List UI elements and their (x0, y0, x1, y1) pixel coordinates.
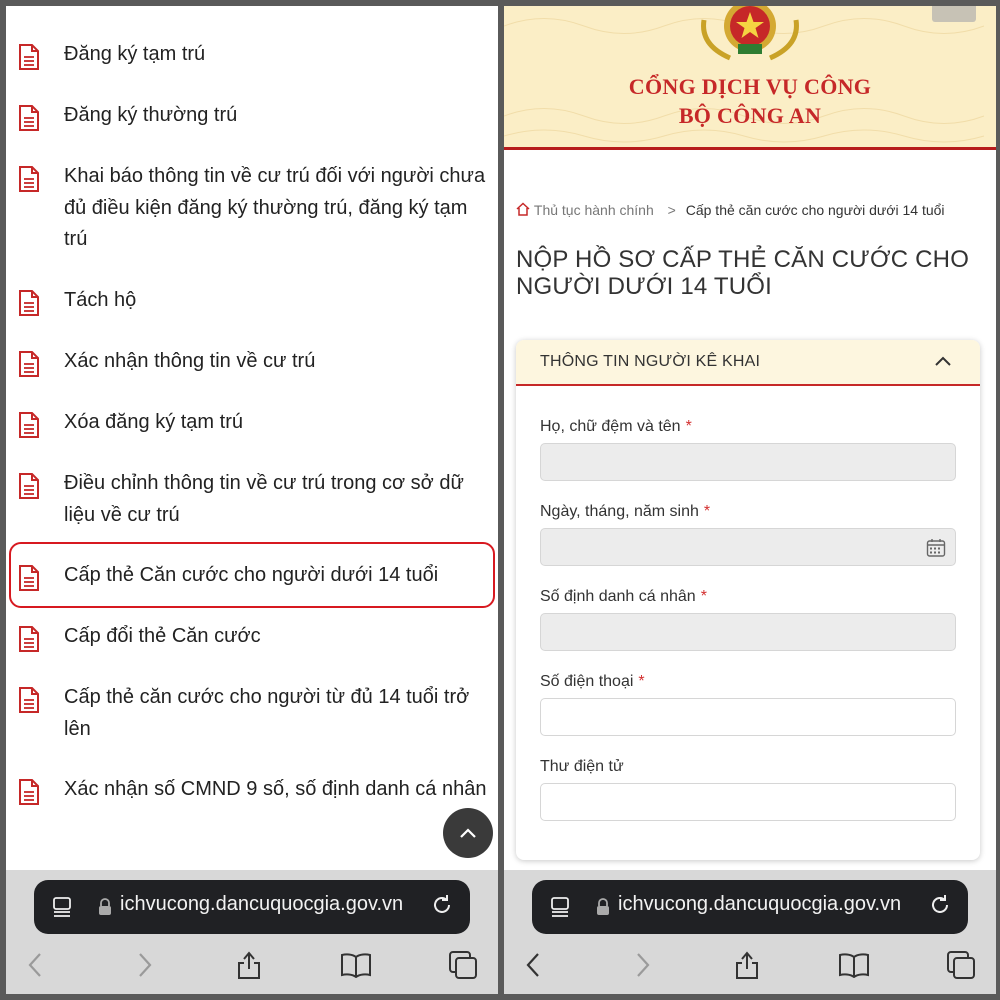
field-label: Số định danh cá nhân * (540, 588, 707, 606)
required-marker: * (638, 673, 645, 690)
tabs-icon (947, 951, 975, 979)
document-icon (19, 779, 39, 805)
document-icon (19, 290, 39, 316)
chevron-right-icon (637, 953, 650, 977)
chevron-left-icon (28, 953, 41, 977)
document-icon (19, 626, 39, 652)
reader-mode-icon[interactable] (550, 896, 572, 918)
share-icon (238, 951, 260, 979)
procedure-label: Cấp đổi thẻ Căn cước (64, 625, 261, 647)
email-input[interactable] (540, 783, 956, 821)
share-icon (736, 951, 758, 979)
address-bar[interactable]: ichvucong.dancuquocgia.gov.vn (532, 880, 968, 934)
procedure-label: Khai báo thông tin về cư trú đối với ngư… (64, 165, 486, 250)
forward-button[interactable] (128, 948, 162, 982)
scroll-to-top-button[interactable] (443, 808, 493, 858)
chevron-left-icon (526, 953, 539, 977)
procedure-label: Xác nhận số CMND 9 số, số định danh cá n… (64, 778, 487, 800)
procedure-label: Đăng ký thường trú (64, 104, 238, 126)
procedure-label: Cấp thẻ căn cước cho người từ đủ 14 tuổi… (64, 686, 470, 740)
required-marker: * (685, 418, 692, 435)
reload-icon[interactable] (928, 893, 952, 917)
home-icon (516, 202, 530, 216)
document-icon (19, 687, 39, 713)
bookmarks-button[interactable] (837, 948, 871, 982)
banner-title-line1: CỔNG DỊCH VỤ CÔNG (628, 74, 872, 99)
highlight-annotation (9, 542, 495, 608)
left-phone-screen: Đăng ký tạm trú Đăng ký thường trú Khai bá… (6, 6, 498, 994)
right-phone-screen: CỔNG DỊCH VỤ CÔNG BỘ CÔNG AN Thủ tục hàn… (504, 6, 996, 994)
reader-mode-icon[interactable] (52, 896, 74, 918)
procedure-label: Xác nhận thông tin về cư trú (64, 350, 316, 372)
personal-id-input[interactable] (540, 613, 956, 651)
back-button[interactable] (516, 948, 550, 982)
share-button[interactable] (232, 948, 266, 982)
book-icon (341, 953, 371, 978)
lock-icon (597, 898, 609, 915)
lock-icon (99, 898, 111, 915)
field-label-text: Thư điện tử (540, 758, 624, 775)
field-label: Số điện thoại * (540, 673, 645, 691)
book-icon (839, 953, 869, 978)
breadcrumb-home-link[interactable]: Thủ tục hành chính (534, 202, 654, 218)
procedure-label: Xóa đăng ký tạm trú (64, 411, 243, 433)
field-label: Thư điện tử (540, 758, 629, 776)
collapse-chevron-icon[interactable] (934, 355, 952, 367)
bookmarks-button[interactable] (339, 948, 373, 982)
declarant-info-card: THÔNG TIN NGƯỜI KÊ KHAI Họ, chữ đệm và t… (516, 340, 980, 860)
calendar-icon[interactable] (926, 538, 946, 558)
page-title: NỘP HỒ SƠ CẤP THẺ CĂN CƯỚC CHO NGƯỜI DƯỚ… (516, 246, 970, 300)
document-icon (19, 412, 39, 438)
document-icon (19, 44, 39, 70)
url-text: ichvucong.dancuquocgia.gov.vn (618, 893, 902, 915)
required-marker: * (703, 503, 711, 520)
breadcrumb: Thủ tục hành chính > Cấp thẻ căn cước ch… (516, 202, 945, 218)
procedure-label: Điều chỉnh thông tin về cư trú trong cơ … (64, 472, 464, 526)
banner-title-line2: BỘ CÔNG AN (678, 103, 822, 128)
field-label-text: Ngày, tháng, năm sinh (540, 503, 699, 520)
document-icon (19, 351, 39, 377)
chevron-up-icon (460, 828, 476, 838)
tabs-button[interactable] (944, 948, 978, 982)
menu-button[interactable] (932, 6, 976, 22)
share-button[interactable] (730, 948, 764, 982)
browser-toolbar: ichvucong.dancuquocgia.gov.vn (504, 870, 996, 994)
field-label-text: Số điện thoại (540, 673, 634, 690)
reload-icon[interactable] (430, 893, 454, 917)
field-label-text: Số định danh cá nhân (540, 588, 696, 605)
procedure-label: Tách hộ (64, 289, 137, 311)
field-label: Họ, chữ đệm và tên * (540, 418, 692, 436)
breadcrumb-separator: > (667, 202, 676, 218)
breadcrumb-current: Cấp thẻ căn cước cho người dưới 14 tuổi (685, 202, 945, 218)
required-marker: * (700, 588, 707, 605)
procedure-label: Đăng ký tạm trú (64, 43, 206, 65)
field-label: Ngày, tháng, năm sinh * (540, 503, 710, 521)
section-title: THÔNG TIN NGƯỜI KÊ KHAI (540, 353, 761, 370)
back-button[interactable] (18, 948, 52, 982)
gov-banner: CỔNG DỊCH VỤ CÔNG BỘ CÔNG AN (504, 6, 996, 150)
document-icon (19, 166, 39, 192)
field-label-text: Họ, chữ đệm và tên (540, 418, 681, 435)
police-emblem-icon (701, 6, 799, 61)
browser-toolbar: ichvucong.dancuquocgia.gov.vn (6, 870, 498, 994)
url-text: ichvucong.dancuquocgia.gov.vn (120, 893, 404, 915)
document-icon (19, 473, 39, 499)
date-of-birth-input[interactable] (540, 528, 956, 566)
forward-button[interactable] (626, 948, 660, 982)
phone-input[interactable] (540, 698, 956, 736)
chevron-right-icon (139, 953, 152, 977)
address-bar[interactable]: ichvucong.dancuquocgia.gov.vn (34, 880, 470, 934)
document-icon (19, 105, 39, 131)
tabs-icon (449, 951, 477, 979)
tabs-button[interactable] (446, 948, 480, 982)
full-name-input[interactable] (540, 443, 956, 481)
section-header[interactable]: THÔNG TIN NGƯỜI KÊ KHAI (516, 340, 980, 386)
